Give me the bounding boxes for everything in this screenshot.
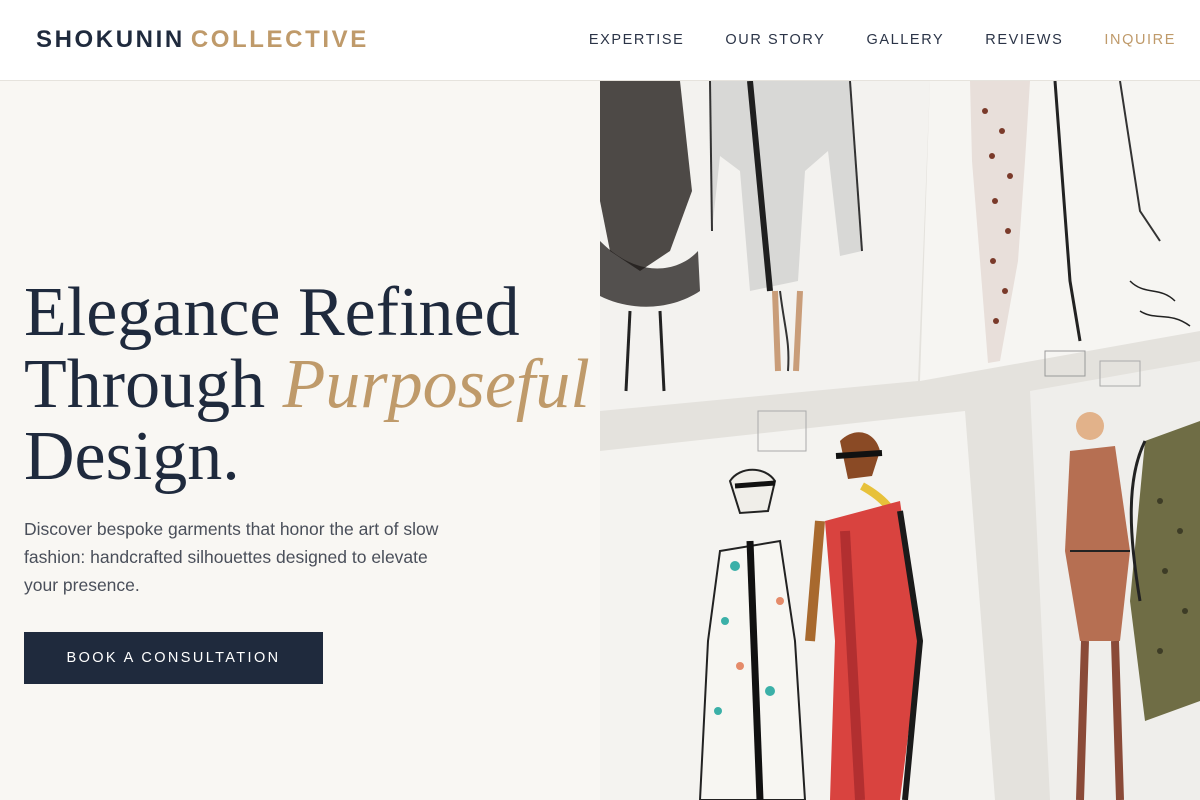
- headline-line-2: Through Purposeful: [24, 346, 590, 423]
- fashion-sketches-illustration: [600, 81, 1200, 800]
- headline-accent-word: Purposeful: [282, 346, 590, 423]
- hero-text-panel: Elegance Refined Through Purposeful Desi…: [0, 81, 600, 800]
- hero-image: [600, 81, 1200, 800]
- brand-name-secondary: COLLECTIVE: [190, 26, 369, 53]
- brand-logo[interactable]: SHOKUNIN COLLECTIVE: [36, 26, 369, 54]
- hero-headline: Elegance Refined Through Purposeful Desi…: [24, 274, 590, 495]
- nav-link-gallery[interactable]: GALLERY: [866, 32, 944, 48]
- nav-link-inquire[interactable]: INQUIRE: [1104, 32, 1176, 48]
- site-header: SHOKUNIN COLLECTIVE EXPERTISE OUR STORY G…: [0, 0, 1200, 81]
- hero-subtext: Discover bespoke garments that honor the…: [24, 519, 439, 595]
- headline-line-2-text: Through: [24, 346, 283, 423]
- headline-line-3: Design.: [24, 418, 240, 495]
- nav-link-reviews[interactable]: REVIEWS: [985, 32, 1063, 48]
- nav-link-expertise[interactable]: EXPERTISE: [589, 32, 685, 48]
- brand-name-primary: SHOKUNIN: [36, 26, 185, 53]
- headline-line-1: Elegance Refined: [24, 274, 520, 351]
- main-nav: EXPERTISE OUR STORY GALLERY REVIEWS INQU…: [589, 32, 1176, 48]
- book-consultation-button[interactable]: BOOK A CONSULTATION: [24, 632, 323, 684]
- nav-link-our-story[interactable]: OUR STORY: [725, 32, 825, 48]
